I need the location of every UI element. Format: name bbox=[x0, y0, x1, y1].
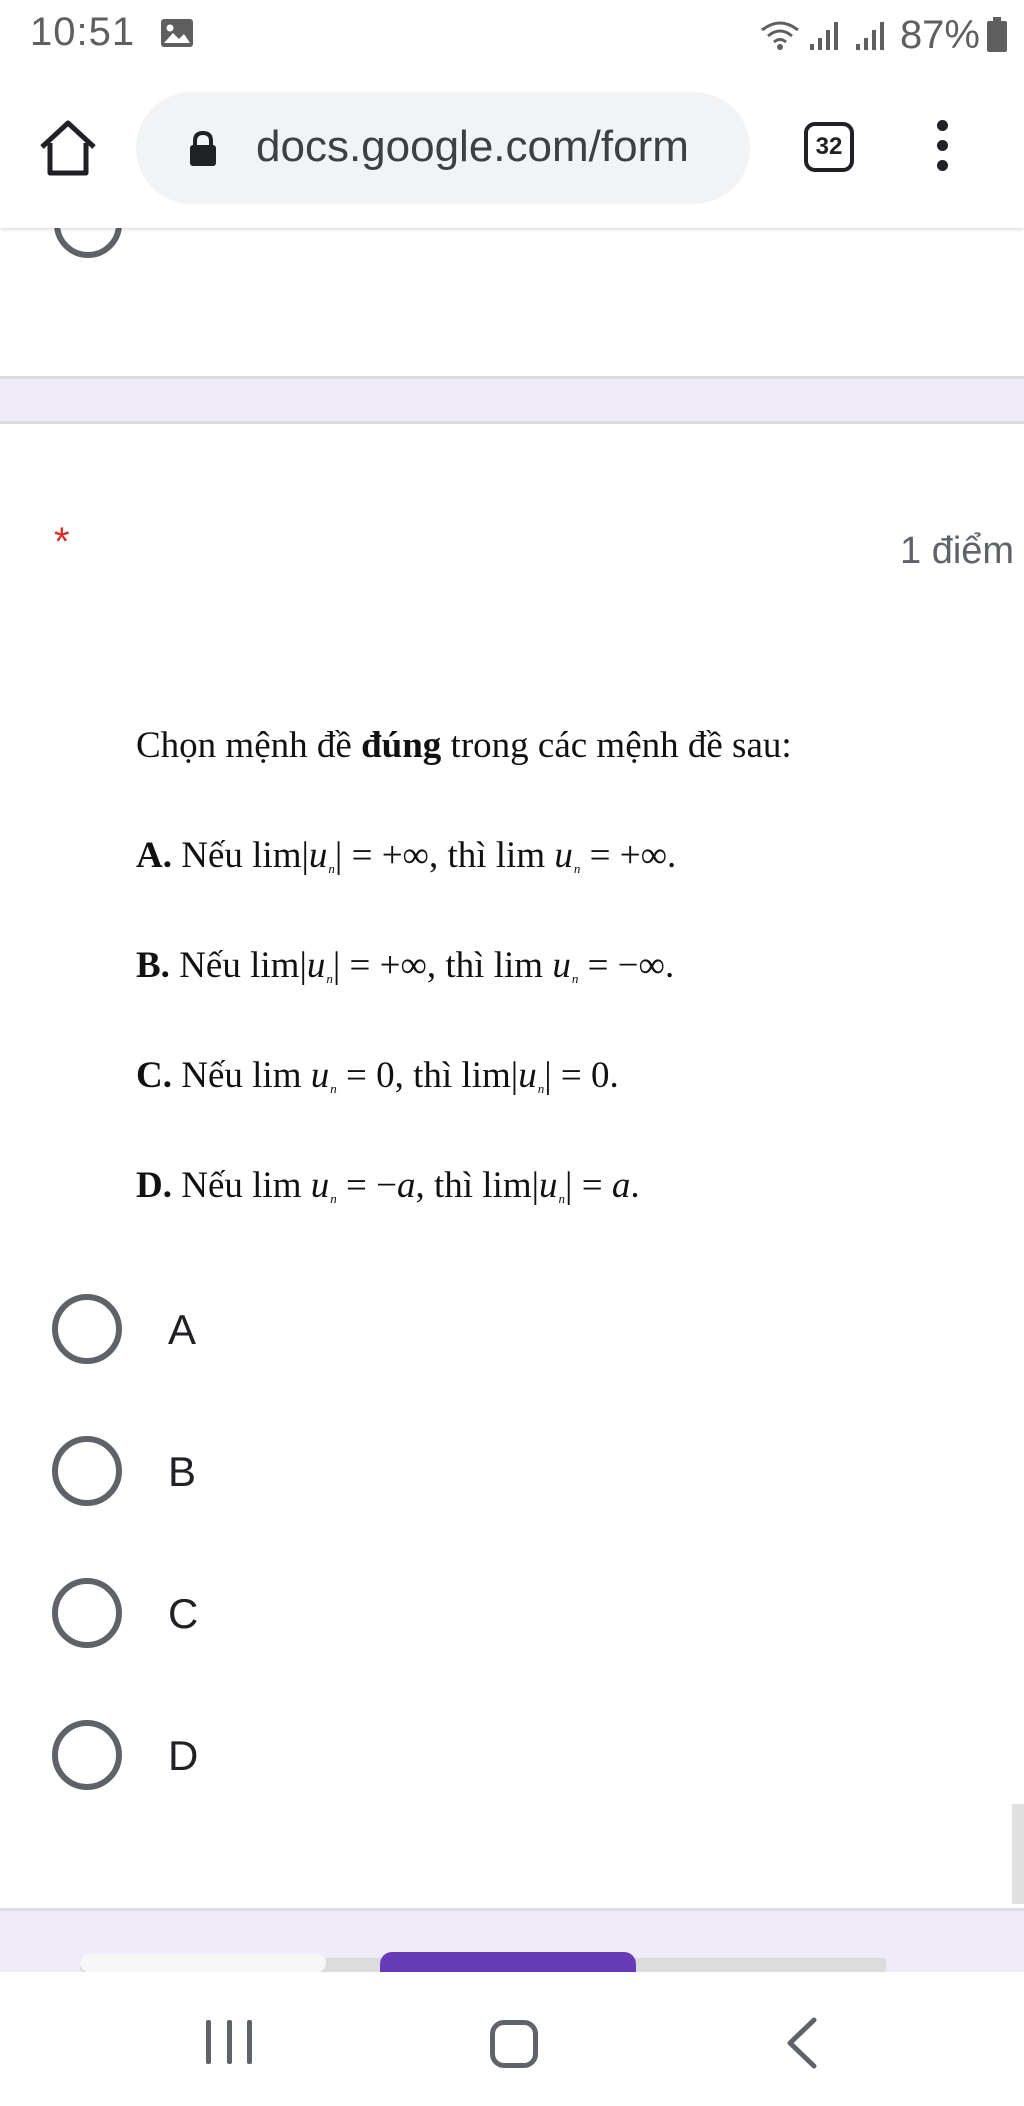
choice-label: C bbox=[168, 1590, 199, 1637]
radio-button[interactable] bbox=[52, 1436, 122, 1506]
radio-button[interactable] bbox=[52, 1578, 122, 1648]
signal-icon bbox=[809, 22, 838, 50]
status-bar: 10:51 87% bbox=[0, 0, 1024, 70]
choice-label: D bbox=[168, 1732, 199, 1779]
screen: 10:51 87% docs.google.com/form 32 * 1 đi… bbox=[0, 0, 1024, 2106]
statement-d: D. Nếu lim un = −a, thì lim|un| = a. bbox=[136, 1165, 640, 1206]
choice-label: A bbox=[168, 1306, 197, 1353]
browser-toolbar: docs.google.com/form 32 bbox=[0, 70, 1024, 228]
image-icon bbox=[161, 19, 193, 47]
choice-c[interactable]: C bbox=[52, 1572, 552, 1652]
question-prompt: Chọn mệnh đề đúng trong các mệnh đề sau: bbox=[136, 725, 792, 766]
question-points: 1 điểm bbox=[900, 530, 1015, 572]
statement-a: A. Nếu lim|un| = +∞, thì lim un = +∞. bbox=[136, 835, 677, 876]
system-nav-bar bbox=[0, 1972, 1024, 2106]
choice-d[interactable]: D bbox=[52, 1714, 552, 1794]
question-card: * 1 điểm Chọn mệnh đề đúng trong các mện… bbox=[0, 424, 1024, 1908]
address-bar[interactable]: docs.google.com/form bbox=[136, 92, 750, 204]
statement-c: C. Nếu lim un = 0, thì lim|un| = 0. bbox=[136, 1055, 619, 1096]
statement-b: B. Nếu lim|un| = +∞, thì lim un = −∞. bbox=[136, 945, 675, 986]
tabs-button[interactable]: 32 bbox=[804, 122, 854, 172]
choice-b[interactable]: B bbox=[52, 1430, 552, 1510]
radio-button[interactable] bbox=[52, 1720, 122, 1790]
more-vert-icon[interactable] bbox=[926, 120, 958, 176]
back-icon[interactable] bbox=[782, 2016, 824, 2070]
lock-icon bbox=[190, 130, 216, 166]
progress-segment bbox=[80, 1954, 326, 1972]
status-time: 10:51 bbox=[30, 10, 136, 54]
home-icon[interactable] bbox=[36, 115, 100, 179]
battery-icon bbox=[987, 17, 1007, 52]
wifi-icon bbox=[761, 21, 799, 50]
home-nav-icon[interactable] bbox=[490, 2020, 538, 2068]
recents-icon[interactable] bbox=[206, 2020, 252, 2064]
status-icons: 87% bbox=[758, 10, 1008, 60]
required-indicator: * bbox=[54, 520, 70, 564]
scrollbar[interactable] bbox=[1012, 1804, 1024, 1904]
card-separator bbox=[0, 376, 1024, 424]
tab-count: 32 bbox=[815, 133, 843, 160]
choice-label: B bbox=[168, 1448, 197, 1495]
radio-button[interactable] bbox=[52, 1294, 122, 1364]
url-text: docs.google.com/form bbox=[256, 122, 689, 171]
signal-icon bbox=[855, 22, 884, 50]
choice-a[interactable]: A bbox=[52, 1288, 552, 1368]
battery-percent: 87% bbox=[899, 12, 980, 57]
progress-indicator bbox=[380, 1952, 636, 1972]
